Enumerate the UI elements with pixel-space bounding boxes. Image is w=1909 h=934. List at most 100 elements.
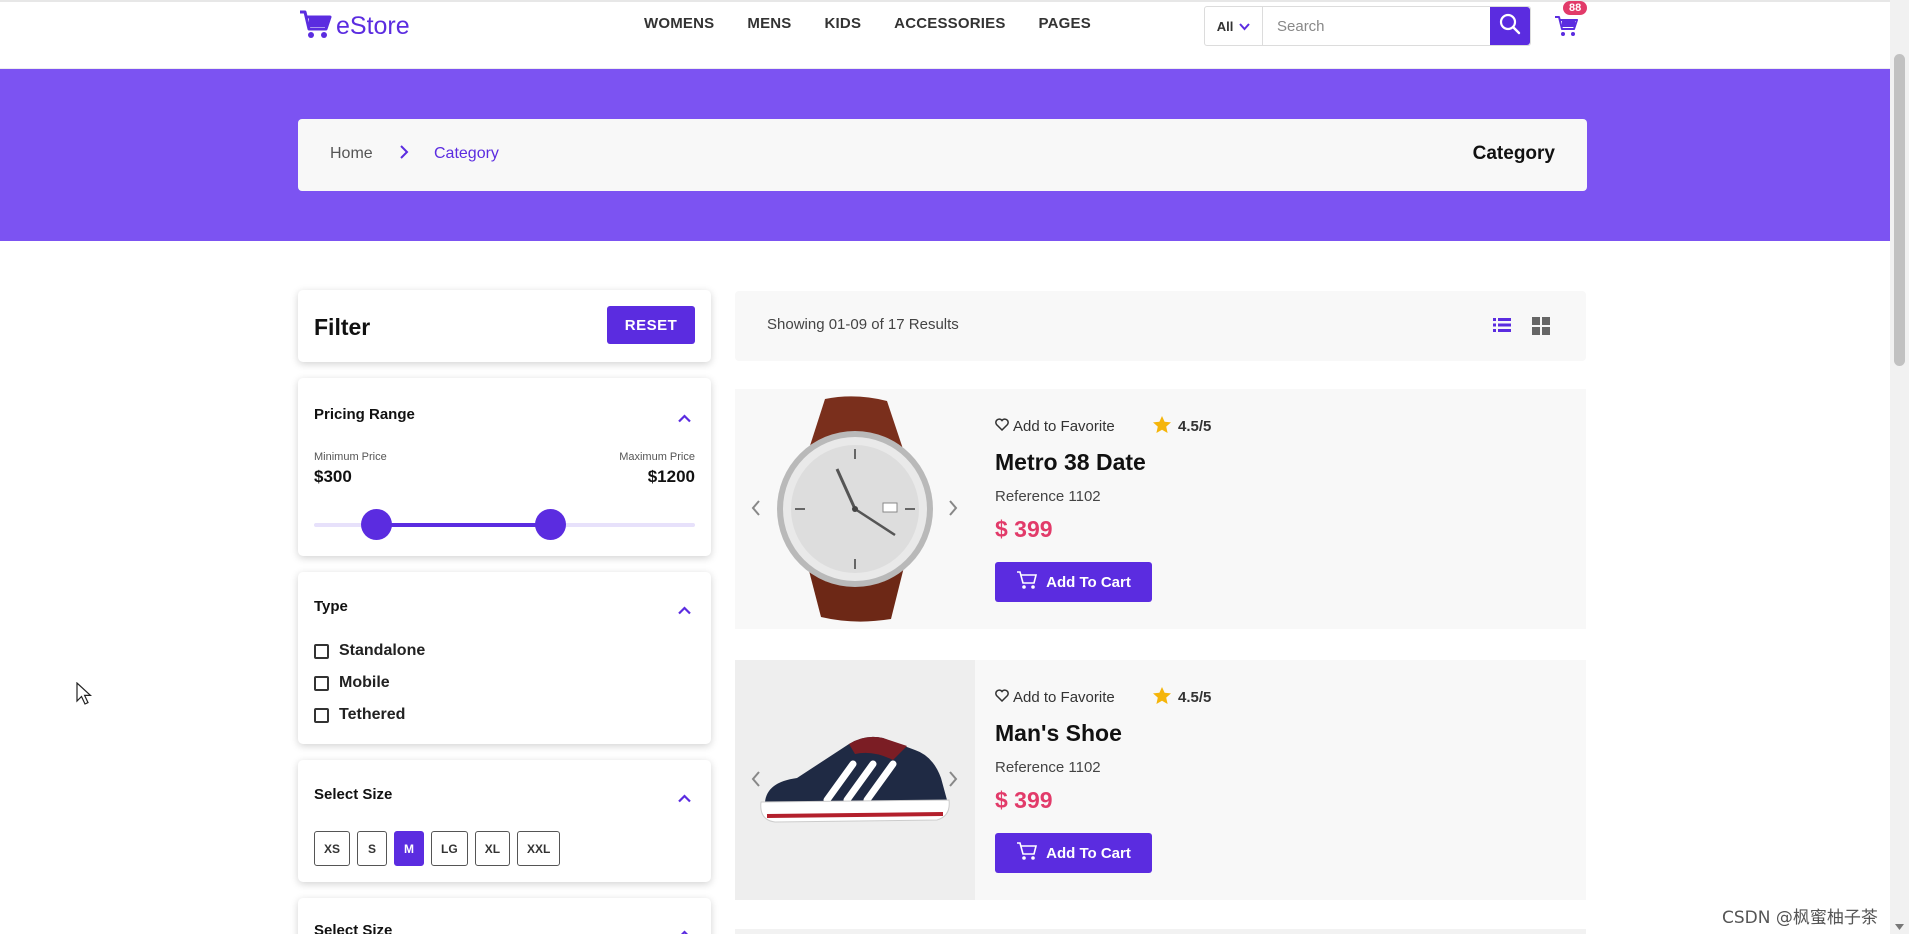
- nav-womens[interactable]: WOMENS: [644, 15, 714, 32]
- price-slider-range: [376, 523, 551, 527]
- type-option-label: Standalone: [339, 642, 426, 659]
- min-price-label: Minimum Price: [314, 451, 387, 463]
- add-to-favorite-link[interactable]: Add to Favorite: [995, 418, 1115, 435]
- product-reference: Reference 1102: [995, 759, 1101, 776]
- chevron-right-icon[interactable]: [948, 770, 958, 792]
- size-option-xl[interactable]: XL: [474, 831, 511, 866]
- product-price: $ 399: [995, 787, 1053, 813]
- checkbox[interactable]: [314, 675, 329, 691]
- reset-button[interactable]: RESET: [607, 306, 695, 344]
- grid-view-icon[interactable]: [1532, 317, 1550, 339]
- size-option-xxl[interactable]: XXL: [517, 831, 561, 866]
- size-title-2: Select Size: [314, 922, 393, 934]
- filter-header-card: Filter RESET: [298, 290, 711, 362]
- add-to-cart-button[interactable]: Add To Cart: [995, 562, 1152, 602]
- wristwatch-illustration: [777, 396, 933, 622]
- size-option-s[interactable]: S: [357, 831, 388, 866]
- price-slider-min-handle[interactable]: [361, 509, 393, 540]
- nav-pages[interactable]: PAGES: [1039, 15, 1091, 32]
- size-option-m[interactable]: M: [394, 831, 425, 866]
- type-filter-card: Type Standalone Mobile Tethered: [298, 572, 711, 744]
- chevron-up-icon[interactable]: [678, 924, 691, 934]
- rating-value: 4.5/5: [1178, 418, 1212, 435]
- chevron-left-icon[interactable]: [751, 770, 761, 792]
- max-price-label: Maximum Price: [619, 451, 695, 463]
- chevron-right-icon: [399, 144, 409, 164]
- size-option-lg[interactable]: LG: [431, 831, 468, 866]
- search-button[interactable]: [1490, 7, 1530, 45]
- main-nav: WOMENS MENS KIDS ACCESSORIES PAGES: [644, 15, 1091, 32]
- site-header: eStore WOMENS MENS KIDS ACCESSORIES PAGE…: [0, 0, 1890, 69]
- star-icon: [1152, 415, 1172, 438]
- breadcrumb-current: Category: [434, 145, 499, 162]
- results-toolbar: Showing 01-09 of 17 Results: [735, 291, 1586, 361]
- breadcrumb: Home Category Category: [298, 119, 1587, 191]
- nav-accessories[interactable]: ACCESSORIES: [894, 15, 1005, 32]
- cart-logo-icon: [298, 8, 332, 44]
- filter-title: Filter: [314, 314, 371, 340]
- search-input[interactable]: [1263, 7, 1490, 45]
- max-price-value: $1200: [647, 467, 695, 486]
- search-bar: All: [1204, 6, 1531, 46]
- page: eStore WOMENS MENS KIDS ACCESSORIES PAGE…: [0, 0, 1909, 934]
- type-title: Type: [314, 598, 348, 615]
- mouse-cursor-icon: [76, 681, 93, 710]
- chevron-up-icon[interactable]: [678, 788, 691, 807]
- add-to-cart-label: Add To Cart: [1046, 844, 1131, 862]
- type-option-tethered[interactable]: Tethered: [314, 706, 405, 724]
- favorite-label: Add to Favorite: [1013, 418, 1115, 435]
- header-cart-button[interactable]: [1554, 14, 1578, 42]
- type-option-standalone[interactable]: Standalone: [314, 642, 425, 660]
- add-to-cart-button[interactable]: Add To Cart: [995, 833, 1152, 873]
- search-category-label: All: [1216, 18, 1234, 34]
- list-view-icon[interactable]: [1493, 317, 1511, 337]
- pricing-range-title: Pricing Range: [314, 406, 415, 423]
- product-name[interactable]: Metro 38 Date: [995, 449, 1146, 476]
- pricing-range-card: Pricing Range Minimum Price Maximum Pric…: [298, 378, 711, 556]
- price-slider-max-handle[interactable]: [534, 509, 566, 540]
- add-to-favorite-link[interactable]: Add to Favorite: [995, 689, 1115, 706]
- size-filter-card-2: Select Size: [298, 898, 711, 934]
- chevron-up-icon[interactable]: [678, 408, 691, 427]
- product-card: Add to Favorite 4.5/5 Man's Shoe Referen…: [735, 660, 1586, 900]
- chevron-down-icon: [1239, 19, 1251, 34]
- add-to-cart-label: Add To Cart: [1046, 573, 1131, 591]
- breadcrumb-home-link[interactable]: Home: [330, 145, 373, 163]
- checkbox[interactable]: [314, 643, 329, 659]
- nav-kids[interactable]: KIDS: [825, 15, 862, 32]
- product-name[interactable]: Man's Shoe: [995, 720, 1122, 747]
- sneaker-illustration: [760, 736, 950, 823]
- product-image-sneaker[interactable]: [735, 660, 975, 900]
- scrollbar-thumb[interactable]: [1894, 54, 1905, 366]
- size-title: Select Size: [314, 786, 393, 803]
- results-summary: Showing 01-09 of 17 Results: [767, 316, 959, 333]
- min-price-value: $300: [314, 467, 352, 486]
- size-option-xs[interactable]: XS: [314, 831, 351, 866]
- product-image-wristwatch[interactable]: [735, 389, 975, 629]
- page-scrollbar[interactable]: [1890, 0, 1909, 934]
- star-icon: [1152, 686, 1172, 709]
- size-options: XS S M LG XL XXL: [314, 831, 561, 866]
- heart-icon: [995, 689, 1009, 706]
- product-rating: 4.5/5: [1152, 686, 1211, 709]
- logo[interactable]: eStore: [298, 8, 410, 44]
- checkbox[interactable]: [314, 707, 329, 723]
- search-category-select[interactable]: All: [1205, 7, 1263, 45]
- watermark: CSDN @枫蜜柚子茶: [1722, 908, 1878, 928]
- type-option-label: Mobile: [339, 674, 390, 691]
- type-option-mobile[interactable]: Mobile: [314, 674, 390, 692]
- chevron-right-icon[interactable]: [948, 499, 958, 521]
- product-card-partial: [735, 929, 1586, 934]
- chevron-left-icon[interactable]: [751, 499, 761, 521]
- cart-icon: [1554, 16, 1578, 42]
- cart-count-badge: 88: [1563, 1, 1588, 15]
- cart-icon: [1016, 570, 1038, 594]
- favorite-label: Add to Favorite: [1013, 689, 1115, 706]
- product-card: Add to Favorite 4.5/5 Metro 38 Date Refe…: [735, 389, 1586, 629]
- type-option-label: Tethered: [339, 706, 406, 723]
- rating-value: 4.5/5: [1178, 689, 1212, 706]
- nav-mens[interactable]: MENS: [747, 15, 791, 32]
- chevron-up-icon[interactable]: [678, 600, 691, 619]
- scroll-down-arrow-icon[interactable]: [1894, 916, 1905, 934]
- cart-icon: [1016, 841, 1038, 865]
